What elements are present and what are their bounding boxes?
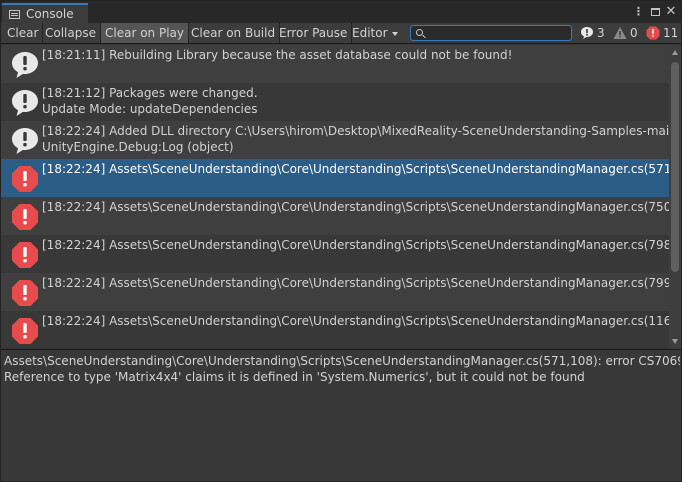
error-count: 11 xyxy=(663,26,679,40)
info-icon xyxy=(581,27,593,39)
tab-label: Console xyxy=(26,7,74,21)
log-entry-line1: [18:21:11] Rebuilding Library because th… xyxy=(42,48,513,62)
log-entry[interactable]: [18:22:24] Assets\SceneUnderstanding\Cor… xyxy=(1,311,669,349)
log-entry-line1: [18:22:24] Added DLL directory C:\Users\… xyxy=(42,124,669,138)
close-icon[interactable]: ✕ xyxy=(665,4,677,20)
search-icon xyxy=(416,29,423,36)
info-icon xyxy=(12,52,38,78)
info-count: 3 xyxy=(597,26,605,40)
log-list: [18:21:11] Rebuilding Library because th… xyxy=(1,45,669,349)
log-entry-line1: [18:22:24] Assets\SceneUnderstanding\Cor… xyxy=(42,314,669,328)
info-count-toggle[interactable]: 3 xyxy=(580,23,605,43)
search-input[interactable] xyxy=(427,26,567,40)
kebab-menu-icon[interactable]: ⋮ xyxy=(633,4,644,20)
editor-dropdown-label: Editor xyxy=(352,26,388,40)
clear-button[interactable]: Clear xyxy=(3,23,44,43)
log-entry[interactable]: [18:22:24] Added DLL directory C:\Users\… xyxy=(1,121,669,159)
log-entry-line2: Update Mode: updateDependencies xyxy=(42,102,258,116)
clear-on-play-toggle[interactable]: Clear on Play xyxy=(101,23,189,43)
error-icon xyxy=(12,204,38,230)
collapse-toggle[interactable]: Collapse xyxy=(41,23,101,43)
log-entry-selected[interactable]: [18:22:24] Assets\SceneUnderstanding\Cor… xyxy=(1,159,669,197)
tab-bar: Console ⋮ ✕ xyxy=(1,1,681,23)
warning-icon xyxy=(613,27,627,39)
scroll-up-arrow-icon[interactable] xyxy=(672,50,678,55)
message-detail: Assets\SceneUnderstanding\Core\Understan… xyxy=(4,353,680,385)
log-entry-line2: UnityEngine.Debug:Log (object) xyxy=(42,140,234,154)
clear-on-build-toggle[interactable]: Clear on Build xyxy=(187,23,281,43)
log-entry[interactable]: [18:22:24] Assets\SceneUnderstanding\Cor… xyxy=(1,235,669,273)
log-entry-line1: [18:22:24] Assets\SceneUnderstanding\Cor… xyxy=(42,200,669,214)
log-entry[interactable]: [18:21:11] Rebuilding Library because th… xyxy=(1,45,669,83)
log-entry-line1: [18:21:12] Packages were changed. xyxy=(42,86,258,100)
error-icon xyxy=(12,166,38,192)
error-count-toggle[interactable]: 11 xyxy=(646,23,678,43)
detail-line1: Assets\SceneUnderstanding\Core\Understan… xyxy=(4,354,680,368)
info-icon xyxy=(12,90,38,116)
console-icon xyxy=(9,9,20,19)
scroll-thumb[interactable] xyxy=(671,62,679,272)
editor-dropdown[interactable]: Editor xyxy=(348,23,402,43)
console-toolbar: Clear Collapse Clear on Play Clear on Bu… xyxy=(1,23,681,44)
log-entry-line1: [18:22:24] Assets\SceneUnderstanding\Cor… xyxy=(42,162,669,176)
tab-console[interactable]: Console xyxy=(2,3,88,23)
error-icon xyxy=(12,242,38,268)
console-window: Console ⋮ ✕ Clear Collapse Clear on Play… xyxy=(0,0,682,482)
log-entry-line1: [18:22:24] Assets\SceneUnderstanding\Cor… xyxy=(42,276,669,290)
error-pause-toggle[interactable]: Error Pause xyxy=(275,23,353,43)
panel-splitter[interactable] xyxy=(1,349,681,350)
error-icon xyxy=(12,280,38,306)
scroll-down-arrow-icon[interactable] xyxy=(672,339,678,344)
detail-line2: Reference to type 'Matrix4x4' claims it … xyxy=(4,370,585,384)
log-list-scrollbar[interactable] xyxy=(669,45,681,349)
warning-count-toggle[interactable]: 0 xyxy=(613,23,638,43)
error-icon xyxy=(12,318,38,344)
chevron-down-icon xyxy=(391,31,398,36)
log-entry[interactable]: [18:22:24] Assets\SceneUnderstanding\Cor… xyxy=(1,273,669,311)
error-icon xyxy=(646,26,660,40)
maximize-icon[interactable] xyxy=(649,4,661,20)
search-field[interactable] xyxy=(410,25,572,41)
log-entry[interactable]: [18:21:12] Packages were changed. Update … xyxy=(1,83,669,121)
warning-count: 0 xyxy=(630,26,638,40)
log-entry-line1: [18:22:24] Assets\SceneUnderstanding\Cor… xyxy=(42,238,669,252)
log-entry[interactable]: [18:22:24] Assets\SceneUnderstanding\Cor… xyxy=(1,197,669,235)
info-icon xyxy=(12,128,38,154)
